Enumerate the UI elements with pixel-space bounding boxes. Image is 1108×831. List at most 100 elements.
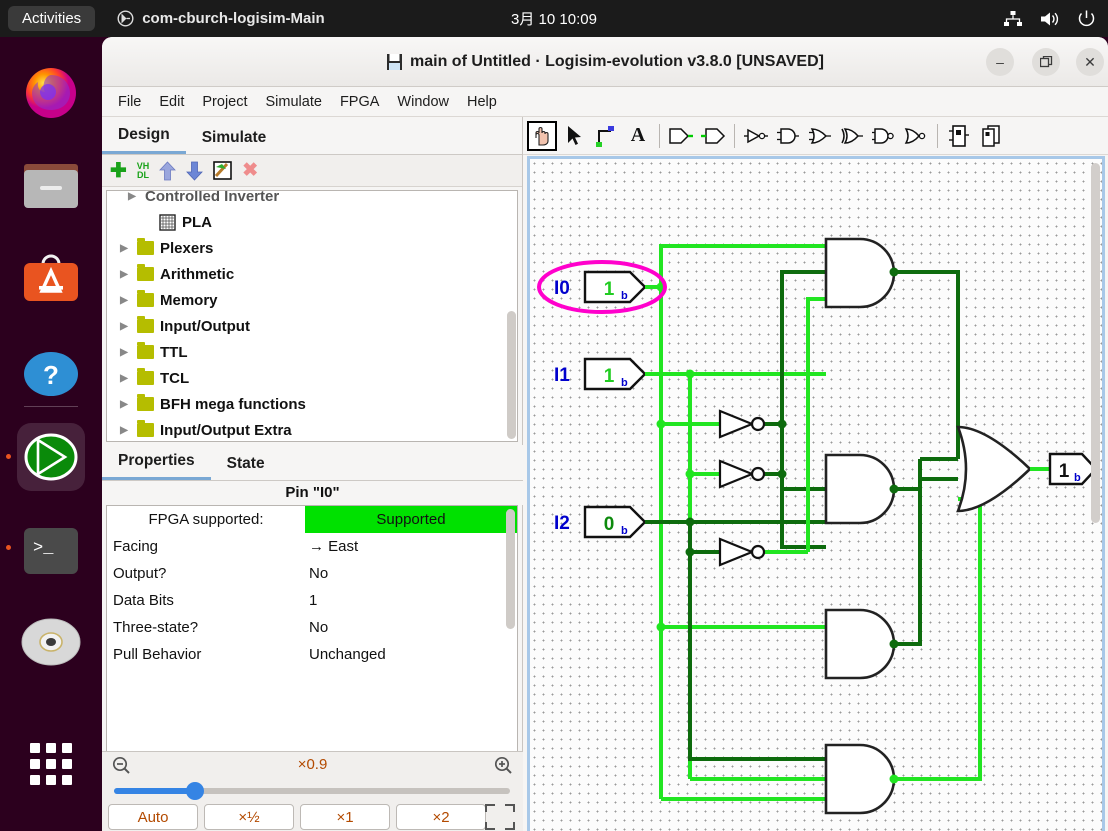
tree-item-input-output-extra[interactable]: ▶ Input/Output Extra [107,417,517,442]
circuit-not-gate-3[interactable] [720,539,764,565]
circuit-and-gate-1[interactable] [826,239,894,307]
window-close-button[interactable]: ✕ [1076,48,1104,76]
tree-expand-arrow[interactable]: ▶ [125,191,139,202]
menu-file[interactable]: File [118,94,141,110]
explorer-toolbar[interactable]: ✚ VHDL ✖ [102,155,522,187]
zoom-out-icon[interactable] [112,756,131,775]
properties-scrollbar[interactable] [506,509,515,629]
tree-expand-arrow[interactable]: ▶ [117,399,131,410]
tree-item-plexers[interactable]: ▶ Plexers [107,235,517,261]
tree-item-input-output[interactable]: ▶ Input/Output [107,313,517,339]
circuit-pin-I0[interactable]: I0 1 b [539,262,665,312]
dock-item-logisim[interactable] [17,423,85,491]
window-titlebar[interactable]: main of Untitled · Logisim-evolution v3.… [102,37,1108,87]
dock-item-help[interactable]: ? [17,340,85,408]
tree-expand-arrow[interactable]: ▶ [117,321,131,332]
explorer-tree[interactable]: ▶ Controlled Inverter PLA [106,190,518,442]
property-row-three-state[interactable]: Three-state? No [107,614,517,641]
circuit-and-gate-2[interactable] [826,455,894,523]
zoom-auto-button[interactable]: Auto [108,804,198,830]
canvas-toolbar[interactable]: A [523,117,1108,155]
text-tool-icon[interactable]: A [623,121,653,151]
zoom-half-button[interactable]: ×½ [204,804,294,830]
property-row-facing[interactable]: Facing → East [107,533,517,560]
and-gate-icon[interactable] [773,121,803,151]
window-maximize-button[interactable] [1032,48,1060,76]
zoom-slider[interactable] [114,788,510,794]
zoom-2x-button[interactable]: ×2 [396,804,486,830]
circuit-or-gate-1[interactable] [958,427,1030,511]
properties-state-tabs[interactable]: Properties State [102,445,523,481]
tree-expand-arrow[interactable]: ▶ [117,269,131,280]
menu-bar[interactable]: File Edit Project Simulate FPGA Window H… [102,87,1108,117]
tree-scrollbar[interactable] [507,311,516,439]
zoom-in-icon[interactable] [494,756,513,775]
not-gate-icon[interactable] [741,121,771,151]
zoom-slider-knob[interactable] [186,782,204,800]
dock-item-terminal[interactable]: >_ [17,517,85,585]
menu-simulate[interactable]: Simulate [266,94,322,110]
dock-item-firefox[interactable] [17,58,85,126]
add-circuit-icon[interactable]: ✚ [110,161,127,181]
circuit-canvas-container[interactable]: I0 1 b I1 1 b [527,156,1105,831]
nor-gate-icon[interactable] [901,121,931,151]
vhdl-icon[interactable]: VHDL [137,162,150,180]
wire-tool-icon[interactable] [591,121,621,151]
activities-button[interactable]: Activities [8,6,95,31]
circuit-not-gate-1[interactable] [720,411,764,437]
output-pin-icon[interactable] [698,121,728,151]
menu-fpga[interactable]: FPGA [340,94,379,110]
tree-item-bfh-mega-functions[interactable]: ▶ BFH mega functions [107,391,517,417]
tree-item-tcl[interactable]: ▶ TCL [107,365,517,391]
property-row-output[interactable]: Output? No [107,560,517,587]
tree-expand-arrow[interactable]: ▶ [117,295,131,306]
tree-item-pla[interactable]: PLA [107,209,517,235]
circuit-diagram[interactable]: I0 1 b I1 1 b [530,159,1102,831]
poke-tool-icon[interactable] [527,121,557,151]
or-gate-icon[interactable] [805,121,835,151]
circuit-and-gate-4[interactable] [826,745,894,813]
tree-item-arithmetic[interactable]: ▶ Arithmetic [107,261,517,287]
circuit-pin-I2[interactable]: I2 0 b [554,507,690,537]
dock-item-files[interactable] [17,152,85,220]
add-subcircuit-icon[interactable] [944,121,974,151]
property-row-pull-behavior[interactable]: Pull Behavior Unchanged [107,641,517,668]
property-row-fpga-supported[interactable]: FPGA supported: Supported [107,506,517,533]
grid-toggle-icon[interactable] [485,804,515,830]
menu-project[interactable]: Project [202,94,247,110]
circuit-pin-I1[interactable]: I1 1 b [554,359,690,389]
circuit-pin-output[interactable]: 1 b [1030,454,1096,484]
tab-simulate[interactable]: Simulate [186,123,283,154]
select-tool-icon[interactable] [559,121,589,151]
canvas-vertical-scrollbar[interactable] [1091,163,1100,523]
xor-gate-icon[interactable] [837,121,867,151]
dock-item-software[interactable] [17,246,85,314]
edit-icon[interactable] [213,161,232,180]
design-simulate-tabs[interactable]: Design Simulate [102,117,522,155]
dock-item-show-apps[interactable] [17,730,85,798]
zoom-1x-button[interactable]: ×1 [300,804,390,830]
tree-expand-arrow[interactable]: ▶ [117,373,131,384]
move-down-icon[interactable] [186,161,203,181]
zoom-preset-buttons[interactable]: Auto ×½ ×1 ×2 [108,804,486,830]
tree-clipped-row[interactable]: ▶ Controlled Inverter [107,191,517,209]
tab-properties[interactable]: Properties [102,446,211,480]
circuit-not-gate-2[interactable] [720,461,764,487]
tree-expand-arrow[interactable]: ▶ [117,243,131,254]
move-up-icon[interactable] [159,161,176,181]
menu-window[interactable]: Window [397,94,449,110]
tab-state[interactable]: State [211,449,281,480]
circuit-canvas[interactable]: I0 1 b I1 1 b [530,159,1102,831]
window-minimize-button[interactable]: – [986,48,1014,76]
nand-gate-icon[interactable] [869,121,899,151]
property-row-data-bits[interactable]: Data Bits 1 [107,587,517,614]
duplicate-subcircuit-icon[interactable] [976,121,1006,151]
delete-icon[interactable]: ✖ [242,161,258,180]
menu-edit[interactable]: Edit [159,94,184,110]
tree-expand-arrow[interactable]: ▶ [117,347,131,358]
input-pin-icon[interactable] [666,121,696,151]
menu-help[interactable]: Help [467,94,497,110]
topbar-clock[interactable]: 3月 10 10:09 [511,8,597,29]
dock-item-disc[interactable] [17,608,85,676]
tree-item-memory[interactable]: ▶ Memory [107,287,517,313]
